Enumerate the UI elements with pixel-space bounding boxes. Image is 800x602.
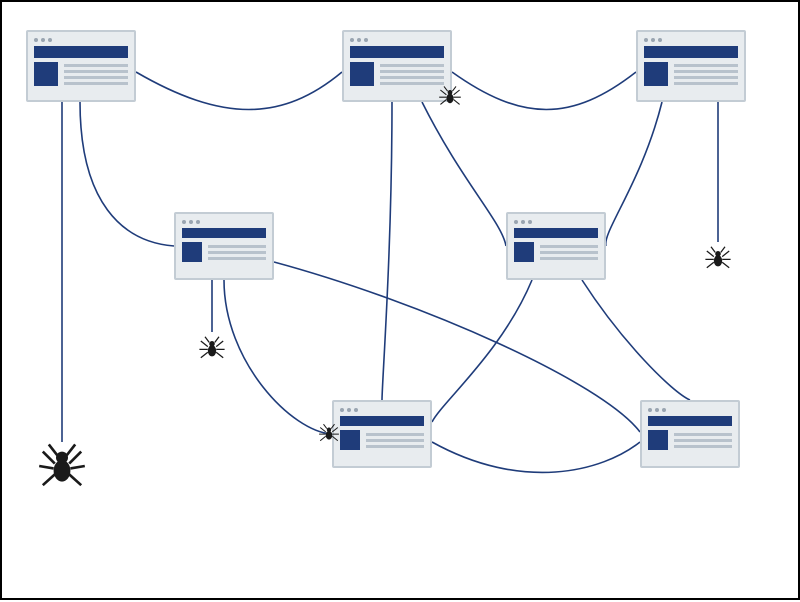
spider-icon — [438, 84, 462, 108]
page-node — [174, 212, 274, 280]
page-node — [342, 30, 452, 102]
page-node — [640, 400, 740, 468]
diagram-canvas — [2, 2, 798, 598]
spider-icon — [198, 334, 226, 362]
page-node — [332, 400, 432, 468]
page-node — [506, 212, 606, 280]
spider-icon — [38, 442, 86, 490]
page-node — [636, 30, 746, 102]
spider-icon — [318, 422, 340, 444]
spider-icon — [704, 244, 732, 272]
page-node — [26, 30, 136, 102]
